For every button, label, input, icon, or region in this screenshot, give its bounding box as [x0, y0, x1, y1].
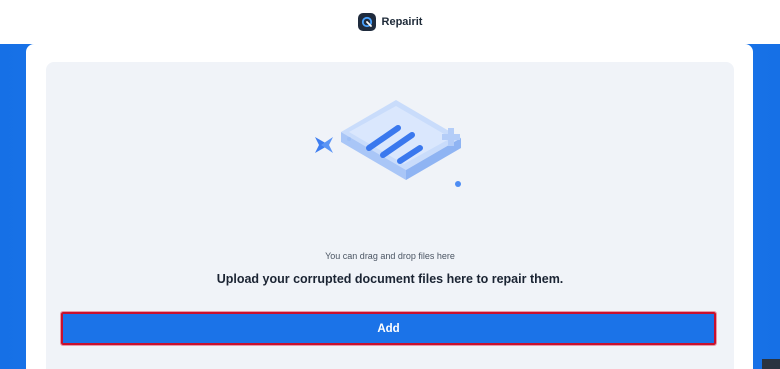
repairit-logo-icon	[357, 13, 376, 31]
document-upload-illustration	[315, 100, 461, 187]
main-card: You can drag and drop files here Upload …	[26, 44, 753, 369]
upload-dropzone[interactable]: You can drag and drop files here Upload …	[46, 62, 734, 369]
top-bar: Repairit	[0, 0, 780, 45]
dot	[347, 137, 351, 141]
brand: Repairit	[357, 13, 423, 31]
app-name: Repairit	[381, 16, 423, 28]
upload-headline: Upload your corrupted document files her…	[216, 272, 564, 286]
add-button[interactable]: Add	[60, 311, 717, 346]
drag-drop-hint: You can drag and drop files here	[325, 251, 455, 261]
dot	[455, 181, 461, 187]
corner-indicator	[762, 359, 780, 369]
sparkle-x-icon	[315, 137, 333, 153]
